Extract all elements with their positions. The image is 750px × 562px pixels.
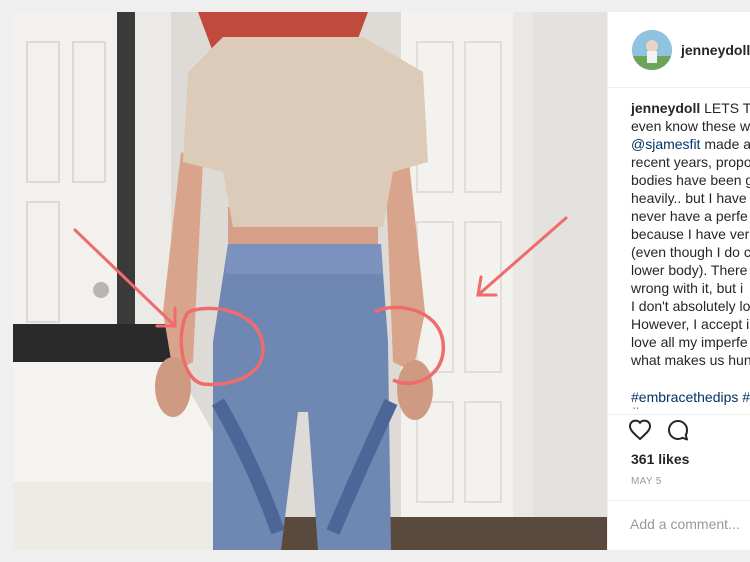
caption-line: lower body). There [631,262,748,278]
caption-username[interactable]: jenneydoll [631,100,700,116]
comment-bar [608,500,750,550]
speech-bubble-icon[interactable] [666,418,690,447]
avatar-image [632,30,672,70]
post-sidebar: jenneydoll jenneydoll LETS TA even know … [607,12,750,550]
caption-mention-link[interactable]: @sjamesfit [631,136,700,152]
photo-illustration [13,12,607,550]
caption-line: bodies have been g [631,172,750,188]
caption-line: heavily.. but I have [631,190,747,206]
caption-line: LETS TA [704,100,750,116]
post-date: MAY 5 [631,476,662,487]
hashtag-link-cut[interactable]: #... ... [631,403,666,409]
caption-line: because I have ver [631,226,750,242]
caption-line: However, I accept i [631,316,750,332]
caption-line: (even though I do c [631,244,750,260]
caption-line: recent years, propo [631,154,750,170]
caption-line: I don't absolutely lo [631,298,750,314]
caption-line: made a [700,136,750,152]
caption-line: never have a perfe [631,208,748,224]
post-caption: jenneydoll LETS TA even know these w @sj… [631,99,750,369]
comment-input[interactable] [630,516,750,532]
likes-count[interactable]: 361 likes [631,451,689,467]
caption-line: even know these w [631,118,750,134]
divider [608,414,750,415]
caption-line: what makes us hun [631,352,750,368]
caption-line: wrong with it, but i [631,280,744,296]
header-username[interactable]: jenneydoll [681,42,750,58]
post-header: jenneydoll [608,12,750,88]
heart-outline-icon[interactable] [628,418,652,447]
avatar[interactable] [632,30,672,70]
post-photo[interactable] [13,12,607,550]
instagram-post: jenneydoll jenneydoll LETS TA even know … [13,12,750,550]
caption-line: love all my imperfe [631,334,748,350]
